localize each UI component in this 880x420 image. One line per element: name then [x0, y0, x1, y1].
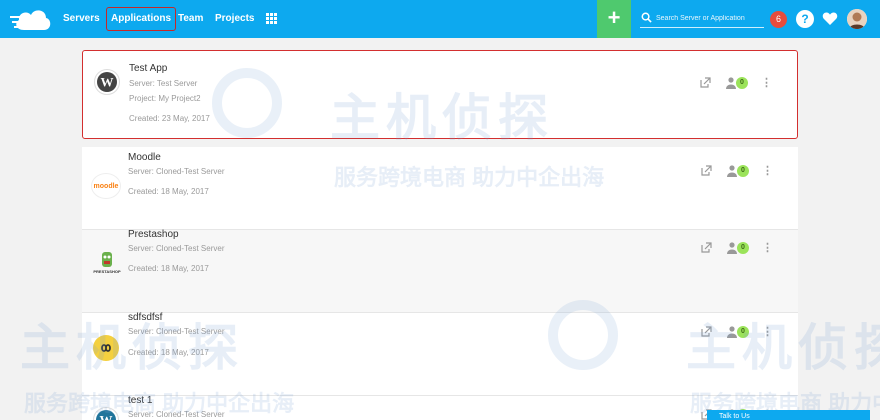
app-actions: 0 ⋮: [700, 76, 775, 90]
cloudways-logo[interactable]: [10, 6, 52, 32]
app-created: Created: 18 May, 2017: [128, 264, 209, 273]
list-item[interactable]: PRESTASHOP Prestashop Server: Cloned-Tes…: [82, 229, 798, 313]
application-list: W Test App Server: Test Server Project: …: [82, 50, 798, 420]
user-avatar[interactable]: [847, 9, 867, 29]
app-project: Project: My Project2: [129, 94, 201, 103]
heart-icon[interactable]: [822, 11, 838, 27]
user-icon: [727, 326, 737, 338]
nav-servers[interactable]: Servers: [63, 0, 100, 38]
app-name[interactable]: Moodle: [128, 152, 161, 163]
app-created: Created: 23 May, 2017: [129, 114, 210, 123]
notification-badge[interactable]: 6: [770, 11, 787, 28]
external-link-icon[interactable]: [700, 77, 711, 88]
user-count-badge[interactable]: 0: [737, 165, 749, 177]
app-actions: 0 ⋮: [701, 325, 776, 339]
external-link-icon[interactable]: [701, 326, 712, 337]
app-name[interactable]: sdfsdfsf: [128, 312, 162, 323]
app-server: Server: Cloned-Test Server: [128, 244, 225, 253]
app-server: Server: Cloned-Test Server: [128, 410, 225, 419]
user-count-badge[interactable]: 0: [736, 77, 748, 89]
app-server: Server: Cloned-Test Server: [128, 167, 225, 176]
search-input[interactable]: [656, 10, 764, 27]
svg-text:W: W: [100, 413, 113, 420]
list-item[interactable]: W test 1 Server: Cloned-Test Server 0 ⋮: [82, 395, 798, 420]
apps-grid-icon[interactable]: [266, 13, 277, 24]
app-name[interactable]: test 1: [128, 395, 152, 406]
more-options-icon[interactable]: ⋮: [762, 242, 773, 254]
app-created: Created: 18 May, 2017: [128, 187, 209, 196]
user-count-badge[interactable]: 0: [737, 326, 749, 338]
wordpress-icon: W: [94, 69, 120, 95]
search-box[interactable]: [640, 10, 764, 28]
app-actions: 0 ⋮: [701, 164, 776, 178]
more-options-icon[interactable]: ⋮: [762, 326, 773, 338]
custom-app-icon: [93, 335, 119, 361]
user-icon: [727, 165, 737, 177]
list-item[interactable]: moodle Moodle Server: Cloned-Test Server…: [82, 147, 798, 230]
more-options-icon[interactable]: ⋮: [761, 77, 772, 89]
external-link-icon[interactable]: [701, 242, 712, 253]
add-button[interactable]: +: [597, 0, 631, 38]
svg-text:W: W: [101, 75, 114, 90]
app-name[interactable]: Test App: [129, 63, 167, 74]
nav-applications[interactable]: Applications: [106, 7, 177, 31]
top-navigation-bar: Servers Applications Team Projects + 6 ?: [0, 0, 880, 38]
prestashop-logo-text: PRESTASHOP: [93, 268, 121, 274]
nav-team[interactable]: Team: [178, 0, 203, 38]
user-icon: [727, 242, 737, 254]
prestashop-icon: PRESTASHOP: [93, 247, 121, 277]
app-server: Server: Test Server: [129, 79, 198, 88]
user-count-badge[interactable]: 0: [737, 242, 749, 254]
nav-projects[interactable]: Projects: [215, 0, 254, 38]
user-icon: [726, 77, 736, 89]
app-actions: 0 ⋮: [701, 241, 776, 255]
moodle-logo-text: moodle: [93, 182, 119, 190]
wordpress-icon: W: [93, 407, 119, 420]
moodle-icon: moodle: [91, 173, 121, 199]
more-options-icon[interactable]: ⋮: [762, 165, 773, 177]
app-name[interactable]: Prestashop: [128, 229, 179, 240]
list-item[interactable]: W Test App Server: Test Server Project: …: [82, 50, 798, 139]
app-server: Server: Cloned-Test Server: [128, 327, 225, 336]
list-item[interactable]: sdfsdfsf Server: Cloned-Test Server Crea…: [82, 312, 798, 396]
chat-widget[interactable]: Talk to Us: [707, 410, 870, 420]
external-link-icon[interactable]: [701, 165, 712, 176]
help-icon[interactable]: ?: [796, 10, 814, 28]
app-created: Created: 18 May, 2017: [128, 348, 209, 357]
search-icon: [641, 12, 652, 23]
